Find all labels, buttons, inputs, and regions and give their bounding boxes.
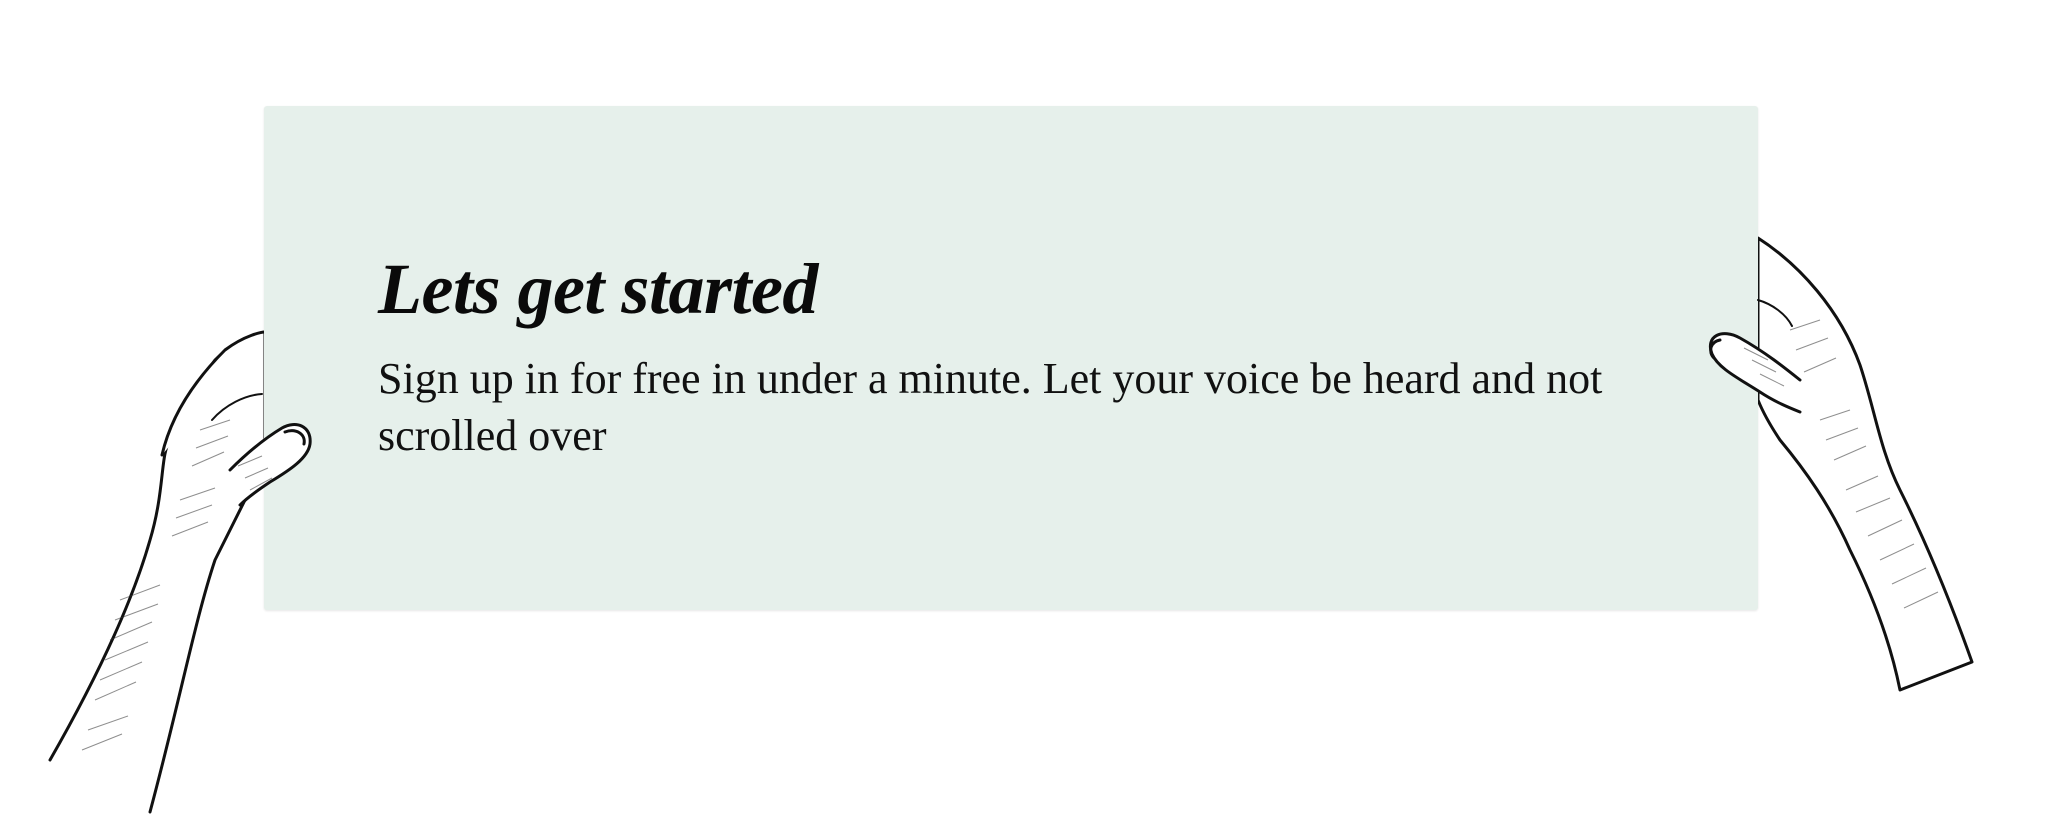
sign-title: Lets get started bbox=[378, 249, 818, 329]
sign-card: Lets get started Sign up in for free in … bbox=[264, 106, 1758, 610]
sign-description: Sign up in for free in under a minute. L… bbox=[378, 353, 1603, 460]
